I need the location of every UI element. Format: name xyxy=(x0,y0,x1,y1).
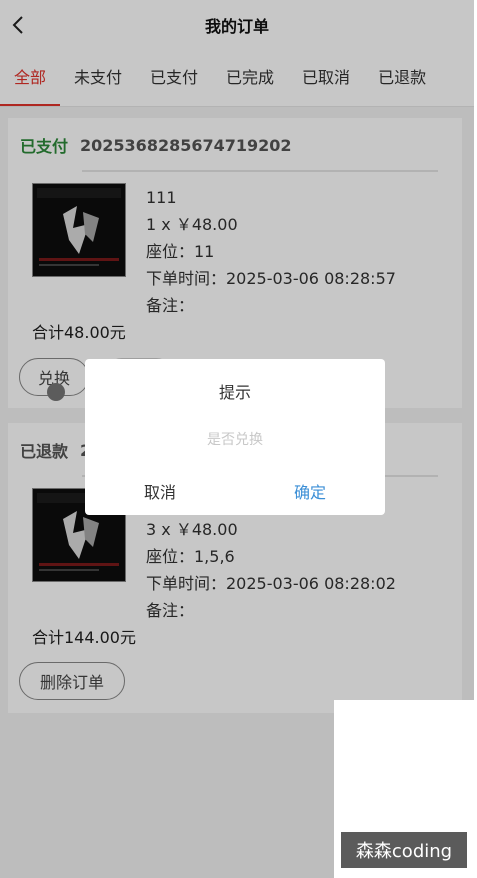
dialog-cancel-button[interactable]: 取消 xyxy=(105,479,215,503)
confirm-dialog: 提示 是否兑换 取消 确定 xyxy=(85,359,385,515)
dialog-title: 提示 xyxy=(218,383,251,402)
dialog-message: 是否兑换 xyxy=(207,432,263,448)
dialog-confirm-button[interactable]: 确定 xyxy=(255,479,365,503)
watermark: 森森coding xyxy=(341,832,467,868)
